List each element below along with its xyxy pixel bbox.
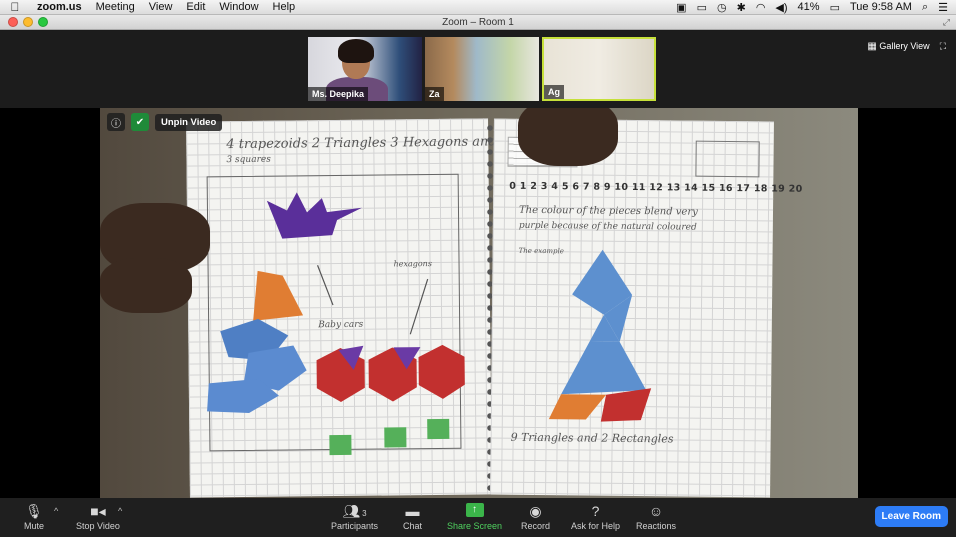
participants-label: Participants (331, 521, 379, 531)
menu-clock[interactable]: Tue 9:58 AM (850, 1, 912, 13)
audio-options-caret-icon[interactable]: ^ (54, 506, 58, 516)
participant-name: Ag (544, 85, 564, 99)
ask-for-help-button[interactable]: ? Ask for Help (571, 502, 620, 531)
meeting-toolbar: 🎙︎ Mute ^ ■◂ Stop Video ^ 👥︎ 3 Participan… (0, 498, 956, 537)
blue-triangle (561, 341, 647, 395)
gallery-view-label: Gallery View (879, 41, 930, 51)
left-hand-fingers (100, 258, 192, 313)
leave-room-button[interactable]: Leave Room (874, 506, 948, 527)
ask-for-help-label: Ask for Help (571, 521, 621, 531)
spotlight-search-icon[interactable]: ⌕ (922, 1, 928, 14)
top-hand (518, 108, 618, 166)
record-button[interactable]: ◉ Record (521, 502, 550, 531)
purple-shape (266, 192, 362, 239)
volume-icon[interactable]: ◀) (775, 1, 787, 14)
chat-label: Chat (403, 521, 423, 531)
unpin-video-button[interactable]: Unpin Video (155, 113, 223, 131)
orange-triangle (548, 394, 607, 420)
notebook-left-page: 4 trapezoids 2 Triangles 3 Hexagons and … (186, 118, 497, 498)
window-controls (0, 17, 48, 27)
participant-hair (338, 39, 374, 63)
menu-window[interactable]: Window (212, 1, 265, 13)
time-machine-icon[interactable]: ◷ (717, 1, 727, 14)
reactions-label: Reactions (636, 521, 677, 531)
green-square (329, 434, 352, 456)
participant-name: Ms. Deepika (308, 87, 369, 101)
minimize-window-button[interactable] (23, 17, 33, 27)
zoom-status-icon[interactable]: ▣ (676, 1, 686, 14)
main-video-stage: 4 trapezoids 2 Triangles 3 Hexagons and … (0, 108, 956, 498)
thumbnail-strip: Ms. Deepika Za Ag ▦ Gallery View ⛶ (0, 31, 956, 108)
battery-percent: 41% (797, 1, 820, 13)
participant-thumbnail[interactable]: Ms. Deepika (308, 37, 422, 101)
notebook-right-page: 0 1 2 3 4 5 6 7 8 9 10 11 12 13 14 15 16… (490, 118, 803, 498)
pinned-video[interactable]: 4 trapezoids 2 Triangles 3 Hexagons and … (100, 108, 858, 498)
video-overlay-controls: ⓘ ✔ Unpin Video (107, 113, 223, 131)
menu-edit[interactable]: Edit (179, 1, 212, 13)
status-area: ▣ ▭ ◷ ✱ ◠ ◀) 41% ▭ Tue 9:58 AM ⌕ ☰ (676, 1, 956, 14)
gallery-view-button[interactable]: ▦ Gallery View (867, 41, 929, 52)
reactions-button[interactable]: ☺ Reactions (636, 502, 676, 531)
bluetooth-icon[interactable]: ✱ (737, 1, 746, 14)
video-options-caret-icon[interactable]: ^ (118, 506, 122, 516)
wifi-icon[interactable]: ◠ (756, 1, 766, 14)
smiley-icon: ☺ (648, 503, 664, 519)
participants-icon: 👥︎ 3 (342, 503, 367, 519)
video-camera-icon: ■◂ (90, 503, 106, 519)
participants-button[interactable]: 👥︎ 3 Participants (331, 502, 378, 531)
red-triangle (600, 388, 652, 422)
green-square (384, 427, 407, 448)
window-title: Zoom – Room 1 (442, 16, 514, 28)
share-screen-label: Share Screen (447, 521, 503, 531)
view-controls: ▦ Gallery View ⛶ (867, 41, 946, 52)
label-hexagons: hexagons (393, 259, 432, 269)
menu-view[interactable]: View (142, 1, 180, 13)
info-icon[interactable]: ⓘ (107, 113, 125, 131)
notification-center-icon[interactable]: ☰ (938, 1, 948, 14)
record-icon: ◉ (529, 503, 542, 519)
share-screen-button[interactable]: ↑ Share Screen (447, 502, 502, 531)
shield-icon[interactable]: ✔ (131, 113, 149, 131)
share-screen-icon: ↑ (465, 503, 484, 517)
participant-thumbnail[interactable]: Za (425, 37, 539, 101)
maximize-window-button[interactable] (38, 17, 48, 27)
participant-thumbnails: Ms. Deepika Za Ag (308, 37, 656, 101)
battery-icon[interactable]: ▭ (830, 1, 840, 14)
stop-video-button[interactable]: ■◂ Stop Video (76, 502, 120, 531)
arrow-line (409, 278, 429, 335)
pattern-block-drawing (207, 192, 465, 456)
mute-button[interactable]: 🎙︎ Mute (24, 502, 44, 531)
airplay-icon[interactable]: ▭ (697, 1, 707, 14)
red-hexagon (418, 344, 465, 399)
mute-label: Mute (24, 521, 45, 531)
menu-meeting[interactable]: Meeting (89, 1, 142, 13)
microphone-icon: 🎙︎ (25, 503, 43, 519)
right-bottom-caption: 9 Triangles and 2 Rectangles (510, 430, 674, 446)
participant-thumbnail-active-speaker[interactable]: Ag (542, 37, 656, 101)
stop-video-label: Stop Video (76, 521, 120, 531)
chat-button[interactable]: ▬ Chat (403, 502, 422, 531)
fullscreen-icon[interactable]: ⛶ (940, 41, 946, 52)
label-baby-cars: Baby cars (318, 319, 364, 331)
orange-trapezoid (253, 270, 304, 321)
participant-name: Za (425, 87, 444, 101)
close-window-button[interactable] (8, 17, 18, 27)
apple-icon[interactable]:  (0, 0, 30, 14)
question-mark-icon: ? (591, 503, 600, 519)
record-label: Record (521, 521, 551, 531)
grid-icon: ▦ (867, 41, 877, 52)
participants-count: 3 (362, 509, 367, 518)
chat-bubble-icon: ▬ (405, 503, 420, 519)
arrow-line (316, 265, 334, 306)
exit-fullscreen-icon[interactable]: ⤢ (943, 17, 950, 28)
green-square (427, 418, 450, 440)
menu-app-name[interactable]: zoom.us (30, 1, 89, 13)
menu-bar:  zoom.us Meeting View Edit Window Help … (0, 0, 956, 15)
menu-help[interactable]: Help (266, 1, 303, 13)
window-title-bar: Zoom – Room 1 ⤢ (0, 15, 956, 30)
